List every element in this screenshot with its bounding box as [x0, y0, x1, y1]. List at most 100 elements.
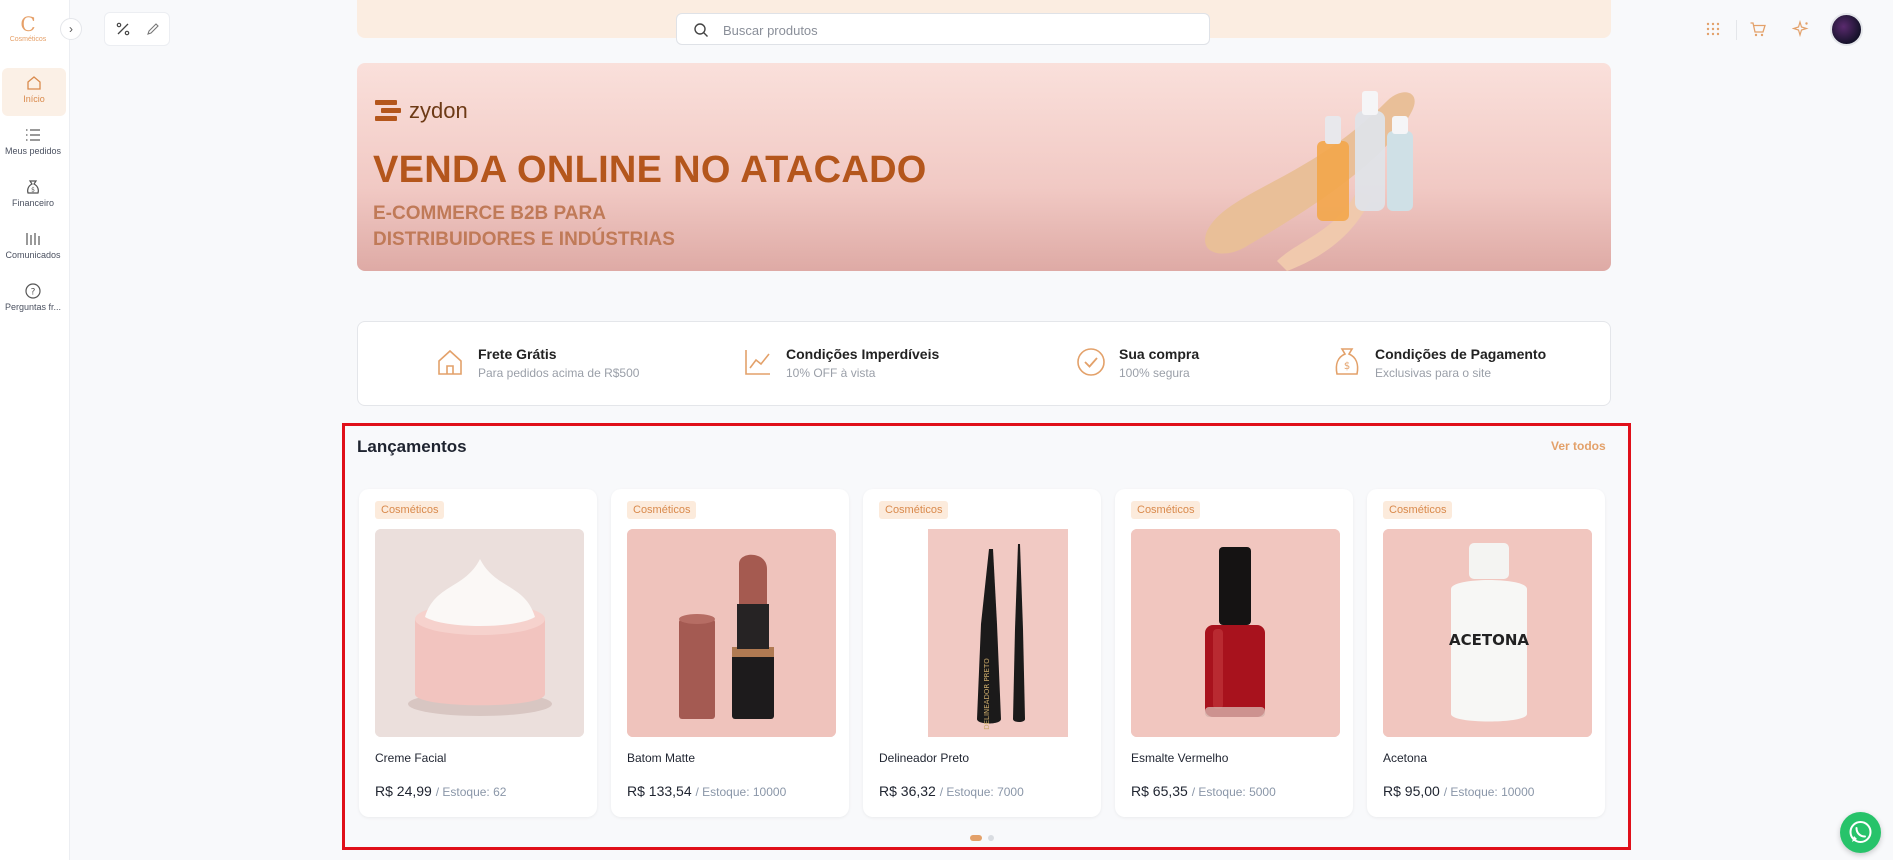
product-image: [1131, 529, 1340, 737]
banner-headline: VENDA ONLINE NO ATACADO: [373, 149, 927, 191]
feature-pagamento: $ Condições de Pagamento Exclusivas para…: [1331, 344, 1571, 384]
whatsapp-icon: [1849, 821, 1872, 843]
feature-subtitle: Exclusivas para o site: [1375, 366, 1492, 380]
sidebar-item-label: Financeiro: [11, 198, 55, 208]
search-icon: [694, 23, 708, 37]
search-bar[interactable]: [676, 13, 1210, 45]
bar-list-icon: [26, 233, 40, 245]
brand-name: zydon: [409, 98, 468, 123]
money-bag-icon: $: [1335, 348, 1359, 375]
product-image: DELINEADOR PRETO: [879, 529, 1088, 737]
sidebar-item-label: Perguntas fr...: [4, 302, 62, 312]
category-badge: Cosméticos: [879, 501, 949, 519]
product-card[interactable]: Cosméticos ACETONA Acetona R$ 95,00 / Es…: [1367, 489, 1605, 817]
product-stock: / Estoque: 7000: [939, 785, 1024, 799]
check-circle-icon: [1077, 348, 1105, 376]
home-icon: [27, 76, 41, 90]
percent-icon[interactable]: [115, 21, 131, 37]
product-price-row: R$ 24,99 / Estoque: 62: [375, 783, 506, 799]
product-card[interactable]: Cosméticos Esmalte Vermelho R$ 65,35 / E…: [1115, 489, 1353, 817]
feature-subtitle: 100% segura: [1119, 366, 1190, 380]
product-price-row: R$ 95,00 / Estoque: 10000: [1383, 783, 1534, 799]
search-input[interactable]: [723, 20, 1193, 40]
svg-text:$: $: [31, 187, 35, 194]
app-logo[interactable]: C Cosméticos: [6, 14, 50, 50]
feature-compra: Sua compra 100% segura: [1075, 344, 1275, 384]
product-name: Delineador Preto: [879, 751, 970, 765]
user-avatar[interactable]: [1830, 13, 1863, 46]
sidebar-item-perguntas[interactable]: ? Perguntas fr...: [0, 276, 66, 324]
list-icon: [26, 129, 40, 141]
svg-text:?: ?: [31, 288, 36, 298]
cart-icon[interactable]: [1749, 20, 1767, 38]
toolbar-divider: [1736, 20, 1737, 40]
top-actions: [1704, 19, 1814, 40]
feature-subtitle: 10% OFF à vista: [786, 366, 876, 380]
features-bar: Frete Grátis Para pedidos acima de R$500…: [357, 321, 1611, 406]
money-bag-icon: $: [27, 180, 39, 194]
sidebar-item-label: Início: [23, 94, 45, 104]
product-image: [375, 529, 584, 737]
product-card[interactable]: Cosméticos Batom Matte R$ 133,54 / Estoq…: [611, 489, 849, 817]
banner-subline: E-COMMERCE B2B PARA DISTRIBUIDORES E IND…: [373, 203, 675, 250]
zydon-logo-icon: [375, 100, 401, 121]
sidebar-item-meus-pedidos[interactable]: Meus pedidos: [0, 120, 66, 168]
category-badge: Cosméticos: [627, 501, 697, 519]
product-price-row: R$ 65,35 / Estoque: 5000: [1131, 783, 1276, 799]
sidebar-item-label: Meus pedidos: [4, 146, 62, 156]
product-image: [627, 529, 836, 737]
whatsapp-button[interactable]: [1840, 812, 1881, 853]
feature-title: Frete Grátis: [478, 346, 557, 362]
carousel-pagination: [970, 835, 1000, 841]
feature-condicoes: Condições Imperdíveis 10% OFF à vista: [742, 344, 982, 384]
product-price: R$ 65,35: [1131, 783, 1188, 799]
logo-subtitle: Cosméticos: [9, 36, 47, 43]
carousel-dot[interactable]: [988, 835, 994, 841]
category-badge: Cosméticos: [1131, 501, 1201, 519]
feature-frete: Frete Grátis Para pedidos acima de R$500: [434, 344, 674, 384]
product-price-row: R$ 133,54 / Estoque: 10000: [627, 783, 786, 799]
feature-title: Condições Imperdíveis: [786, 346, 940, 362]
product-name: Esmalte Vermelho: [1131, 751, 1229, 765]
section-title: Lançamentos: [357, 437, 467, 456]
product-card[interactable]: Cosméticos Creme Facial R$ 24,99 / Estoq…: [359, 489, 597, 817]
product-stock: / Estoque: 62: [435, 785, 507, 799]
product-name: Creme Facial: [375, 751, 447, 765]
product-price-row: R$ 36,32 / Estoque: 7000: [879, 783, 1024, 799]
chart-line-icon: [745, 350, 770, 375]
svg-text:$: $: [1344, 361, 1350, 372]
sidebar-item-inicio[interactable]: Início: [2, 68, 66, 116]
feature-title: Condições de Pagamento: [1375, 346, 1547, 362]
sidebar: C Cosméticos Início Meus pedidos $ Finan…: [0, 0, 70, 860]
product-price: R$ 24,99: [375, 783, 432, 799]
product-card[interactable]: Cosméticos DELINEADOR PRETO Delineador P…: [863, 489, 1101, 817]
product-label: ACETONA: [1449, 631, 1529, 649]
product-stock: / Estoque: 5000: [1191, 785, 1276, 799]
product-price: R$ 36,32: [879, 783, 936, 799]
category-badge: Cosméticos: [375, 501, 445, 519]
sidebar-item-financeiro[interactable]: $ Financeiro: [0, 172, 66, 220]
feature-title: Sua compra: [1119, 346, 1200, 362]
sparkle-icon[interactable]: [1791, 19, 1810, 38]
product-image: ACETONA: [1383, 529, 1592, 737]
feature-subtitle: Para pedidos acima de R$500: [478, 366, 640, 380]
product-price: R$ 133,54: [627, 783, 692, 799]
collapse-sidebar-button[interactable]: ›: [60, 18, 82, 40]
hero-banner[interactable]: zydon VENDA ONLINE NO ATACADO E-COMMERCE…: [357, 63, 1611, 271]
apps-grid-icon[interactable]: [1704, 20, 1722, 38]
house-icon: [438, 349, 462, 375]
product-label: DELINEADOR PRETO: [983, 658, 991, 730]
see-all-link[interactable]: Ver todos: [1551, 439, 1606, 453]
toolbar: [104, 12, 170, 46]
pencil-icon[interactable]: [145, 21, 161, 37]
sidebar-item-comunicados[interactable]: Comunicados: [0, 224, 66, 272]
category-badge: Cosméticos: [1383, 501, 1453, 519]
carousel-dot-active[interactable]: [970, 835, 982, 841]
sidebar-item-label: Comunicados: [5, 250, 61, 260]
logo-mark: C: [20, 12, 36, 36]
chevron-right-icon: ›: [69, 22, 73, 36]
product-price: R$ 95,00: [1383, 783, 1440, 799]
product-stock: / Estoque: 10000: [695, 785, 787, 799]
help-circle-icon: ?: [25, 283, 41, 299]
product-name: Acetona: [1383, 751, 1428, 765]
